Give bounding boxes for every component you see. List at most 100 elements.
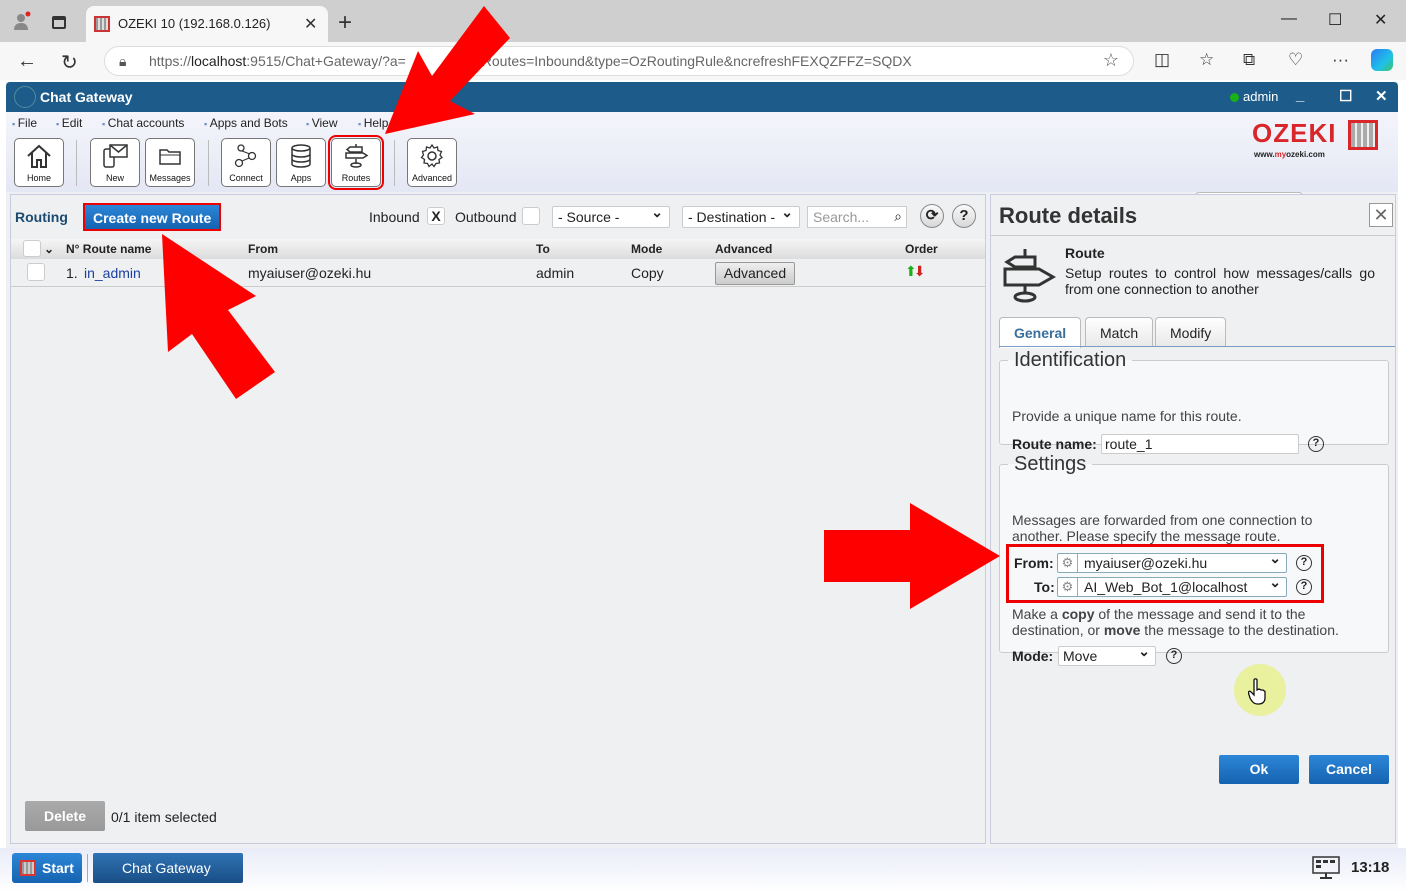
routes-table-header: ⌄ N° Route name From To Mode Advanced Or… [11, 239, 985, 259]
close-window-icon[interactable]: ✕ [1374, 10, 1387, 30]
from-help-icon[interactable]: ? [1296, 555, 1312, 571]
route-name-input[interactable]: route_1 [1101, 434, 1299, 454]
source-select[interactable]: - Source - [552, 204, 670, 228]
database-icon [291, 144, 311, 168]
route-description: Setup routes to control how messages/cal… [1065, 265, 1375, 297]
tab-general[interactable]: General [999, 317, 1082, 348]
route-signpost-icon [1003, 249, 1057, 303]
menu-apps-and-bots[interactable]: Apps and Bots [204, 116, 288, 130]
maximize-icon[interactable]: ☐ [1328, 10, 1342, 30]
start-button[interactable]: Start [12, 853, 82, 883]
favorites-icon[interactable]: ☆ [1199, 50, 1214, 70]
column-from[interactable]: From [248, 242, 278, 256]
browser-essentials-icon[interactable]: ♡ [1288, 50, 1303, 70]
toolbar-new-button[interactable]: New [90, 138, 140, 187]
from-select[interactable]: ⚙ myaiuser@ozeki.hu [1057, 550, 1287, 573]
app-close-icon[interactable]: ✕ [1375, 87, 1388, 105]
favorite-star-icon[interactable]: ☆ [1103, 50, 1119, 71]
mode-description: Make a copy of the message and send it t… [1012, 606, 1339, 638]
advanced-button[interactable]: Advanced [715, 262, 795, 285]
column-mode[interactable]: Mode [631, 242, 662, 256]
connect-icon [234, 144, 257, 168]
toolbar-new-label: New [105, 173, 124, 183]
refresh-button[interactable]: ⟳ [920, 204, 944, 228]
toolbar-apps-button[interactable]: Apps [276, 138, 326, 187]
route-name-help-icon[interactable]: ? [1308, 436, 1324, 452]
collections-icon[interactable]: ⧉ [1243, 50, 1255, 70]
menu-help[interactable]: Help [358, 116, 389, 130]
toolbar-advanced-button[interactable]: Advanced [407, 138, 457, 187]
routing-panel: Routing Create new Route Inbound X Outbo… [10, 194, 986, 844]
column-route-name[interactable]: N° Route name [66, 242, 151, 256]
menu-view[interactable]: View [306, 116, 338, 130]
taskbar-chat-gateway[interactable]: Chat Gateway [93, 853, 243, 883]
gear-icon: ⚙ [1058, 554, 1078, 572]
to-help-icon[interactable]: ? [1296, 579, 1312, 595]
more-menu-icon[interactable]: ··· [1332, 50, 1349, 70]
to-select[interactable]: ⚙ AI_Web_Bot_1@localhost [1057, 574, 1287, 597]
search-icon[interactable]: ⌕ [894, 208, 902, 225]
destination-select[interactable]: - Destination - [682, 204, 800, 228]
mode-label: Mode: [1012, 648, 1054, 664]
copilot-icon[interactable] [1371, 49, 1393, 71]
minimize-icon[interactable]: — [1281, 10, 1297, 28]
column-advanced[interactable]: Advanced [715, 242, 772, 256]
address-toolbar: ← ↻ 🔒︎ https://localhost:9515/Chat+Gatew… [0, 42, 1406, 80]
tab-actions-icon[interactable] [52, 16, 66, 29]
delete-button[interactable]: Delete [25, 801, 105, 831]
refresh-icon[interactable]: ↻ [61, 50, 78, 75]
close-tab-icon[interactable]: ✕ [304, 14, 317, 34]
column-to[interactable]: To [536, 242, 550, 256]
select-all-checkbox[interactable] [23, 240, 41, 257]
toolbar-home-button[interactable]: Home [14, 138, 64, 187]
column-order[interactable]: Order [905, 242, 938, 256]
menu-file[interactable]: File [12, 116, 37, 130]
settings-section: Settings Messages are forwarded from one… [999, 453, 1389, 666]
new-message-icon [103, 144, 128, 168]
cancel-button[interactable]: Cancel [1309, 755, 1389, 784]
split-screen-icon[interactable]: ◫ [1154, 50, 1170, 70]
identification-section: Identification Provide a unique name for… [999, 349, 1389, 454]
route-details-title: Route details [999, 203, 1138, 228]
search-input[interactable]: Search... ⌕ [807, 206, 907, 228]
url-bar[interactable]: 🔒︎ https://localhost:9515/Chat+Gateway/?… [104, 46, 1134, 76]
help-button[interactable]: ? [952, 204, 976, 228]
new-tab-icon[interactable]: + [338, 9, 352, 37]
toolbar-routes-label: Routes [341, 173, 371, 183]
tab-match[interactable]: Match [1085, 317, 1154, 347]
divider [991, 235, 1395, 236]
toolbar-messages-button[interactable]: Messages [145, 138, 195, 187]
toolbar-connect-button[interactable]: Connect [221, 138, 271, 187]
ok-button[interactable]: Ok [1219, 755, 1299, 784]
close-details-icon[interactable]: ✕ [1369, 203, 1393, 227]
app-minimize-icon[interactable]: _ [1296, 87, 1304, 104]
current-user[interactable]: admin [1243, 89, 1278, 104]
route-name-link[interactable]: in_admin [84, 265, 141, 281]
back-icon[interactable]: ← [17, 50, 37, 73]
mode-select[interactable]: Move [1058, 643, 1156, 666]
identification-description: Provide a unique name for this route. [1012, 408, 1242, 424]
chat-gateway-logo-icon [14, 86, 36, 108]
ozeki-favicon-icon [94, 16, 110, 32]
selection-status: 0/1 item selected [111, 809, 217, 825]
browser-tab[interactable]: OZEKI 10 (192.168.0.126) ✕ [86, 6, 328, 42]
menu-chat-accounts[interactable]: Chat accounts [102, 116, 185, 130]
select-dropdown-icon[interactable]: ⌄ [44, 242, 54, 256]
folder-icon [159, 149, 181, 165]
routing-toolbar: Routing Create new Route Inbound X Outbo… [11, 195, 985, 235]
monitor-icon[interactable] [1312, 856, 1340, 880]
menu-edit[interactable]: Edit [56, 116, 83, 130]
mode-help-icon[interactable]: ? [1166, 648, 1182, 664]
row-checkbox[interactable] [27, 263, 45, 281]
profile-icon[interactable] [12, 11, 32, 31]
create-new-route-button[interactable]: Create new Route [83, 203, 222, 231]
inbound-checkbox[interactable]: X [427, 207, 445, 225]
tab-modify[interactable]: Modify [1155, 317, 1227, 347]
table-row[interactable]: 1. in_admin myaiuser@ozeki.hu admin Copy… [11, 259, 985, 287]
app-maximize-icon[interactable]: ☐ [1339, 87, 1352, 105]
toolbar-home-label: Home [26, 173, 51, 183]
move-down-icon[interactable]: ⬇ [914, 263, 926, 279]
outbound-checkbox[interactable] [522, 207, 540, 225]
toolbar-separator [394, 140, 395, 186]
toolbar-routes-button[interactable]: Routes [328, 135, 384, 190]
